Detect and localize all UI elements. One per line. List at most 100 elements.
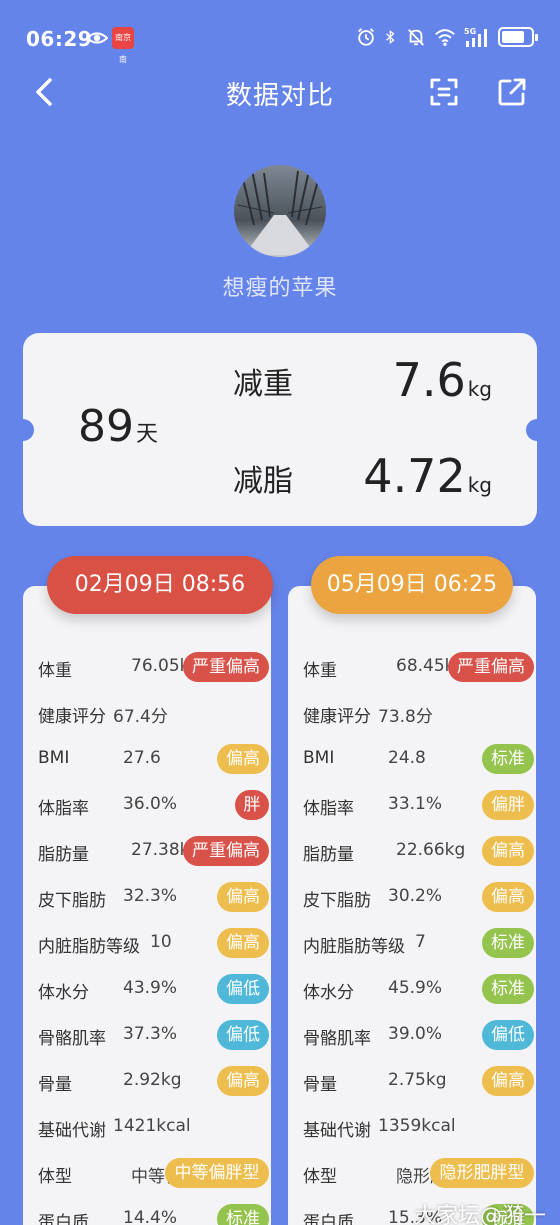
metric-row: 健康评分 73.8分 <box>288 696 536 732</box>
metric-row: 骨骼肌率 37.3% 偏低 <box>23 1018 271 1054</box>
alarm-icon <box>358 28 374 46</box>
metric-row: 体型隐形肥胖隐形肥胖型 <box>288 1156 536 1192</box>
metric-value: 24.8 <box>388 748 426 768</box>
days-unit: 天 <box>136 422 159 447</box>
weight-loss-value: 7.6 kg <box>393 353 492 407</box>
metric-row: 皮下脂肪 32.3% 偏高 <box>23 880 271 916</box>
metric-name: 内脏脂肪等级 <box>303 937 405 957</box>
compare-column-right: 体重 68.45kg 严重偏高 健康评分 73.8分 BMI 24.8 标准 体脂率 33.1% 偏… <box>288 586 536 1225</box>
metric-name: 内脏脂肪等级 <box>38 937 140 957</box>
metric-name: 体水分 <box>38 983 89 1003</box>
metric-value: 2.92kg <box>123 1070 182 1090</box>
scan-icon[interactable] <box>428 76 460 108</box>
metric-row: 蛋白质 14.4% 标准 <box>23 1202 271 1225</box>
date-pill-right[interactable]: 05月09日 06:25 <box>311 556 513 614</box>
summary-card: 89天 减重 7.6 kg 减脂 4.72 kg <box>12 333 548 526</box>
metric-row: 脂肪量 27.38kg 严重偏高 <box>23 834 271 870</box>
page-title: 数据对比 <box>225 81 334 111</box>
status-badge: 偏高 <box>217 1066 269 1096</box>
date-pill-left[interactable]: 02月09日 08:56 <box>47 556 273 614</box>
metric-name: 体重 <box>303 661 337 681</box>
metric-value: 10 <box>150 932 172 952</box>
username: 想瘦的苹果 <box>222 276 338 301</box>
weight-loss-label: 减重 <box>233 367 293 402</box>
metric-name: 健康评分 <box>303 707 371 727</box>
metric-value: 43.9% <box>123 978 178 998</box>
metric-value: 22.66kg <box>396 840 466 860</box>
metric-row: 体重 76.05kg 严重偏高 <box>23 650 271 686</box>
status-badge: 中等偏胖型 <box>165 1158 269 1188</box>
weight-loss-unit: kg <box>467 377 492 401</box>
metric-value: 14.4% <box>123 1208 178 1225</box>
status-badge: 偏高 <box>217 744 269 774</box>
fat-loss-label: 减脂 <box>233 464 293 499</box>
metric-name: 皮下脂肪 <box>303 891 371 911</box>
metric-row: 健康评分 67.4分 <box>23 696 271 732</box>
metric-value: 33.1% <box>388 794 443 814</box>
status-badge: 严重偏高 <box>183 836 269 866</box>
battery-icon <box>498 27 538 47</box>
metric-value: 27.6 <box>123 748 161 768</box>
days-count: 89天 <box>78 401 158 452</box>
status-badge: 标准 <box>482 744 534 774</box>
metric-name: 体脂率 <box>303 799 354 819</box>
status-badge: 标准 <box>482 974 534 1004</box>
status-badge: 严重偏高 <box>183 652 269 682</box>
metric-row: 内脏脂肪等级 7 标准 <box>288 926 536 962</box>
status-badge: 偏高 <box>482 836 534 866</box>
status-bar: 06:29 南京南 5G <box>0 0 560 76</box>
metric-name: 蛋白质 <box>38 1213 89 1225</box>
metric-name: 脂肪量 <box>303 845 354 865</box>
metric-name: BMI <box>38 748 70 768</box>
fat-loss-value: 4.72 kg <box>363 449 492 503</box>
share-icon[interactable] <box>496 76 528 108</box>
svg-text:5G: 5G <box>464 27 476 36</box>
metric-row: BMI 24.8 标准 <box>288 742 536 778</box>
metric-value: 7 <box>415 932 426 952</box>
metric-value: 1421kcal <box>113 1116 191 1136</box>
metric-name: 骨量 <box>303 1075 337 1095</box>
metric-name: 体型 <box>303 1167 337 1187</box>
app-badge-text: 南京南 <box>115 33 131 64</box>
metric-name: 骨骼肌率 <box>303 1029 371 1049</box>
metric-value: 2.75kg <box>388 1070 447 1090</box>
status-badge: 偏高 <box>482 882 534 912</box>
metric-row: 基础代谢 1359kcal <box>288 1110 536 1146</box>
metric-name: 骨量 <box>38 1075 72 1095</box>
status-badge: 标准 <box>482 928 534 958</box>
weight-loss-number: 7.6 <box>392 353 466 407</box>
metric-row: 骨骼肌率 39.0% 偏低 <box>288 1018 536 1054</box>
status-badge: 偏胖 <box>482 790 534 820</box>
app-notification-icon: 南京南 <box>112 27 134 64</box>
metric-value: 45.9% <box>388 978 443 998</box>
status-badge: 偏低 <box>217 1020 269 1050</box>
status-badge: 偏低 <box>217 974 269 1004</box>
metric-row: 体型中等偏胖中等偏胖型 <box>23 1156 271 1192</box>
metric-row: 骨量 2.92kg 偏高 <box>23 1064 271 1100</box>
metric-row: BMI 27.6 偏高 <box>23 742 271 778</box>
metric-value: 39.0% <box>388 1024 443 1044</box>
metric-row: 基础代谢 1421kcal <box>23 1110 271 1146</box>
metric-row: 体重 68.45kg 严重偏高 <box>288 650 536 686</box>
wifi-icon <box>435 29 455 46</box>
metric-value: 67.4分 <box>113 707 168 727</box>
metric-row: 脂肪量 22.66kg 偏高 <box>288 834 536 870</box>
metric-name: 健康评分 <box>38 707 106 727</box>
status-badge: 隐形肥胖型 <box>430 1158 534 1188</box>
metric-name: 体水分 <box>303 983 354 1003</box>
eye-icon <box>86 32 108 44</box>
metric-name: 骨骼肌率 <box>38 1029 106 1049</box>
status-badge: 偏低 <box>482 1020 534 1050</box>
avatar[interactable] <box>234 165 326 257</box>
metric-value: 32.3% <box>123 886 178 906</box>
metric-value: 37.3% <box>123 1024 178 1044</box>
watermark: 大家坛@漪一 <box>413 1204 546 1225</box>
status-badge: 偏高 <box>482 1066 534 1096</box>
compare-column-left: 体重 76.05kg 严重偏高 健康评分 67.4分 BMI 27.6 偏高 体脂率 36.0% 胖… <box>23 586 271 1225</box>
metric-name: 基础代谢 <box>38 1121 106 1141</box>
metric-name: 体型 <box>38 1167 72 1187</box>
metric-name: BMI <box>303 748 335 768</box>
card-notch <box>12 419 34 441</box>
fat-loss-number: 4.72 <box>363 449 466 503</box>
metric-row: 内脏脂肪等级 10 偏高 <box>23 926 271 962</box>
